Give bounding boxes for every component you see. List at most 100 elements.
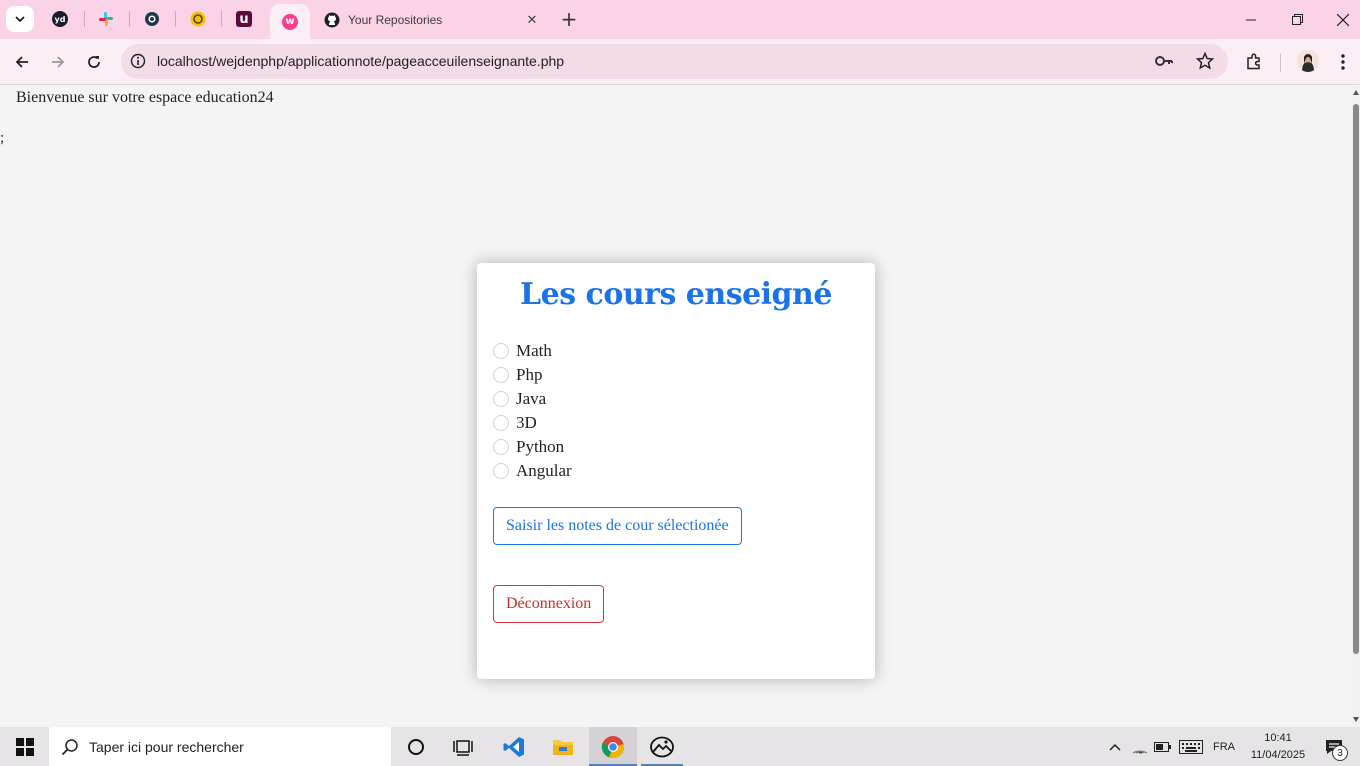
restore-button[interactable] [1274,0,1320,39]
scroll-up-arrow-icon[interactable] [1353,90,1359,95]
scrollbar-thumb[interactable] [1353,104,1359,654]
scroll-down-arrow-icon[interactable] [1353,717,1359,722]
arrow-left-icon [15,56,28,68]
course-option-math[interactable]: Math [493,339,572,363]
time-text: 10:41 [1264,732,1292,744]
restore-icon [1291,14,1303,25]
notification-count-badge: 3 [1332,745,1348,761]
sun-badge-icon [190,11,206,27]
minimize-button[interactable] [1228,0,1274,39]
minimize-icon [1246,19,1256,20]
folder-icon [553,739,573,755]
avatar-icon [1297,50,1319,72]
course-option-python[interactable]: Python [493,435,572,459]
task-view-icon [453,739,473,756]
logout-button[interactable]: Déconnexion [493,585,605,623]
task-view-button[interactable] [441,727,485,766]
search-placeholder: Taper ici pour rechercher [89,738,244,755]
chrome-app[interactable] [589,727,637,766]
radio-button[interactable] [493,415,509,431]
battery-icon [1154,741,1171,752]
tab-separator [175,11,176,27]
toolbar-divider [1280,54,1281,72]
course-label: Php [516,365,543,384]
bookmark-star-icon[interactable] [1196,52,1214,70]
tab-separator [221,11,222,27]
photos-app[interactable] [641,727,683,766]
tab-your-repositories[interactable]: Your Repositories ✕ [314,6,550,34]
course-list: Math Php Java 3D Python Angular [493,339,572,483]
course-label: Python [516,437,565,456]
course-option-angular[interactable]: Angular [493,459,572,483]
arrow-right-icon [52,56,65,68]
back-button[interactable] [8,48,36,76]
course-option-php[interactable]: Php [493,363,572,387]
course-label: Angular [516,461,572,480]
page-scrollbar[interactable] [1352,86,1360,726]
enter-grades-button[interactable]: Saisir les notes de cour sélectionée [493,507,742,545]
address-bar[interactable]: localhost/wejdenphp/applicationnote/page… [121,44,1228,79]
pinned-tab-yd[interactable]: yd [40,5,80,33]
forward-button[interactable] [44,48,72,76]
course-label: 3D [516,413,537,432]
page-content: Bienvenue sur votre espace education24 ;… [0,86,1352,726]
windows-logo-icon [15,737,34,756]
close-icon [1337,13,1349,26]
cortana-circle-icon [408,738,424,755]
courses-card: Les cours enseigné Math Php Java 3D Pyth… [477,263,875,679]
pinned-tab-yellow[interactable] [178,5,218,33]
tab-search-button[interactable] [6,6,34,32]
extensions-button[interactable] [1240,48,1268,76]
radio-button[interactable] [493,463,509,479]
course-label: Math [516,341,552,360]
udemy-icon: u [236,11,252,27]
radio-button[interactable] [493,439,509,455]
url-text[interactable]: localhost/wejdenphp/applicationnote/page… [157,53,564,69]
file-explorer-app[interactable] [541,727,585,766]
taskbar-search[interactable]: Taper ici pour rechercher [49,727,391,766]
w-favicon-icon: w [282,13,298,30]
pinned-tab-slack[interactable] [86,5,126,33]
pinned-tab-udemy[interactable]: u [224,5,264,33]
windows-taskbar: Taper ici pour rechercher FRA 10:41 11/0… [0,727,1360,766]
chrome-icon [601,735,624,758]
wifi-icon [1132,750,1148,754]
profile-avatar[interactable] [1297,50,1319,72]
language-indicator[interactable]: FRA [1208,727,1240,766]
course-option-java[interactable]: Java [493,387,572,411]
radio-button[interactable] [493,343,509,359]
reload-icon [88,56,100,68]
close-window-button[interactable] [1320,0,1360,39]
tab-separator [129,11,130,27]
puzzle-icon [1247,53,1260,70]
vscode-app[interactable] [491,727,537,766]
password-key-icon[interactable] [1154,53,1174,69]
pinned-tab-circle[interactable] [132,5,172,33]
menu-button[interactable] [1329,48,1357,76]
tab-strip: yd u w Your Repositories ✕ + [0,0,1360,39]
clock[interactable]: 10:41 11/04/2025 [1244,730,1312,764]
tray-overflow-button[interactable] [1104,727,1126,766]
start-button[interactable] [0,727,49,766]
more-vertical-icon [1341,54,1345,70]
cortana-button[interactable] [395,727,437,766]
tab-separator [84,11,85,27]
reload-button[interactable] [80,48,108,76]
site-info-icon[interactable] [130,53,146,69]
new-tab-button[interactable]: + [556,6,582,32]
chevron-up-icon [1109,743,1121,751]
radio-button[interactable] [493,367,509,383]
welcome-text: Bienvenue sur votre espace education24 [16,89,274,106]
stray-text: ; [0,130,5,146]
course-option-3d[interactable]: 3D [493,411,572,435]
radio-button[interactable] [493,391,509,407]
search-icon [61,738,78,755]
battery-tray[interactable] [1152,727,1174,766]
active-tab-w[interactable]: w [270,4,310,39]
slack-icon [99,12,113,26]
keyboard-tray[interactable] [1177,727,1205,766]
vscode-icon [503,736,524,757]
network-tray[interactable] [1130,727,1150,766]
photos-icon [650,736,674,757]
close-tab-icon[interactable]: ✕ [524,12,540,28]
